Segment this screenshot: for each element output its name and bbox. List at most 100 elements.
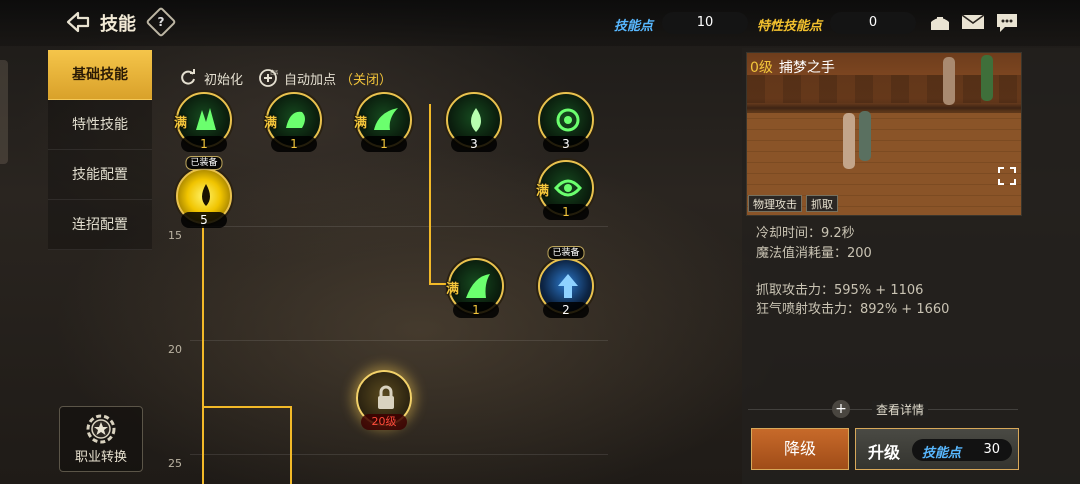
tree-connector <box>429 104 431 284</box>
trait-points-label: 特性技能点 <box>757 19 823 34</box>
equipped-badge: 已装备 <box>547 246 585 260</box>
skill-level: 3 <box>543 136 589 152</box>
preview-character <box>981 55 993 101</box>
svg-text:自动: 自动 <box>270 69 278 76</box>
skill-node[interactable]: 满 1 <box>536 160 594 220</box>
max-badge: 满 <box>536 184 550 199</box>
skill-node[interactable]: 满 1 <box>446 258 504 318</box>
skill-name: 捕梦之手 <box>778 60 835 76</box>
tree-connector <box>202 218 204 484</box>
preview-character <box>843 113 855 169</box>
level-marker: 25 <box>168 457 182 470</box>
skill-level: 1 <box>453 302 499 318</box>
skill-title: 0级 捕梦之手 <box>750 57 835 77</box>
required-level: 20级 <box>361 414 407 430</box>
skill-level: 1 <box>543 204 589 220</box>
chat-icon <box>997 14 1017 32</box>
skill-node[interactable]: 3 <box>538 92 594 152</box>
shop-icon <box>931 17 949 30</box>
mail-button[interactable] <box>961 12 987 34</box>
trait-points-value: 0 <box>830 12 916 34</box>
shop-button[interactable] <box>928 12 954 34</box>
preview-character <box>859 111 871 161</box>
skill-node[interactable]: 满 1 <box>264 92 322 152</box>
back-button[interactable] <box>62 8 94 36</box>
upgrade-label: 升级 <box>868 443 901 462</box>
skill-node[interactable]: 满 1 <box>354 92 412 152</box>
auto-add-toggle[interactable]: 自动 自动加点 （关闭） <box>258 68 392 88</box>
level-marker: 15 <box>168 229 182 242</box>
skill-level: 2 <box>543 302 589 318</box>
drawer-handle[interactable] <box>0 60 8 164</box>
chat-button[interactable] <box>995 12 1021 34</box>
slash-skill-icon <box>466 274 490 298</box>
grab-attack-stat: 抓取攻击力：595% + 1106 <box>756 283 924 298</box>
skill-level: 5 <box>181 212 227 228</box>
max-badge: 满 <box>446 282 460 297</box>
skill-points-value: 10 <box>662 12 748 34</box>
tree-divider <box>190 454 608 455</box>
sidebar: 基础技能 特性技能 技能配置 连招配置 <box>48 50 152 250</box>
lock-icon <box>378 385 394 409</box>
tree-connector <box>290 406 292 484</box>
drop-skill-icon <box>471 108 481 132</box>
wing-skill-icon <box>374 108 398 130</box>
skill-node[interactable]: 已装备 5 <box>176 156 232 228</box>
frenzy-attack-stat: 狂气喷射攻击力：892% + 1660 <box>756 302 950 317</box>
tab-skill-config[interactable]: 技能配置 <box>48 150 152 200</box>
tab-trait-skills[interactable]: 特性技能 <box>48 100 152 150</box>
skill-level-prefix: 0级 <box>750 60 773 76</box>
upgrade-cost-label: 技能点 <box>922 446 962 461</box>
tree-divider <box>190 340 608 341</box>
vortex-skill-icon <box>554 179 582 197</box>
reset-label: 初始化 <box>204 72 244 88</box>
arrow-up-skill-icon <box>558 274 578 298</box>
eye-skill-icon <box>556 108 580 132</box>
skill-level: 1 <box>271 136 317 152</box>
skill-level: 1 <box>181 136 227 152</box>
tree-divider <box>190 226 608 227</box>
max-badge: 满 <box>264 116 278 131</box>
view-details-button[interactable]: + 查看详情 <box>832 400 929 418</box>
plus-icon: + <box>832 400 850 418</box>
cooldown-stat: 冷却时间：9.2秒 <box>756 226 855 241</box>
tab-combo-config[interactable]: 连招配置 <box>48 200 152 250</box>
tab-basic-skills[interactable]: 基础技能 <box>48 50 152 100</box>
upgrade-button[interactable]: 升级 技能点 30 <box>855 428 1019 470</box>
upgrade-cost: 技能点 30 <box>912 439 1012 461</box>
reset-button[interactable]: 初始化 <box>178 68 243 88</box>
job-change-button[interactable]: 职业转换 <box>59 406 143 472</box>
skill-points-label: 技能点 <box>614 19 654 34</box>
level-marker: 20 <box>168 343 182 356</box>
upgrade-cost-value: 30 <box>983 442 1000 457</box>
mana-cost-stat: 魔法值消耗量：200 <box>756 246 872 261</box>
page-title: 技能 <box>100 14 136 35</box>
max-badge: 满 <box>174 116 188 131</box>
skill-node-selected[interactable]: 20级 <box>356 370 412 430</box>
gear-star-icon <box>86 414 116 444</box>
back-arrow-icon <box>66 11 90 33</box>
tree-connector <box>202 406 292 408</box>
skill-node[interactable]: 满 1 <box>174 92 232 152</box>
job-change-label: 职业转换 <box>74 450 127 465</box>
skill-node[interactable]: 3 <box>446 92 502 152</box>
auto-plus-icon: 自动 <box>259 69 278 87</box>
view-details-label: 查看详情 <box>872 400 929 418</box>
max-badge: 满 <box>354 116 368 131</box>
preview-character <box>943 57 955 105</box>
refresh-icon <box>181 69 195 85</box>
claw-skill-icon <box>196 108 216 130</box>
mail-icon <box>961 14 985 29</box>
skill-level: 1 <box>361 136 407 152</box>
downgrade-button[interactable]: 降级 <box>751 428 849 470</box>
help-icon: ? <box>157 15 165 29</box>
skill-type-tag: 抓取 <box>806 195 838 212</box>
burst-skill-icon <box>202 184 210 206</box>
skill-level: 3 <box>451 136 497 152</box>
fullscreen-icon[interactable] <box>998 167 1016 185</box>
fist-skill-icon <box>286 111 305 128</box>
auto-add-status: （关闭） <box>340 72 393 88</box>
equipped-badge: 已装备 <box>185 156 223 170</box>
auto-add-label: 自动加点 <box>284 72 337 88</box>
skill-node[interactable]: 已装备 2 <box>538 246 594 318</box>
